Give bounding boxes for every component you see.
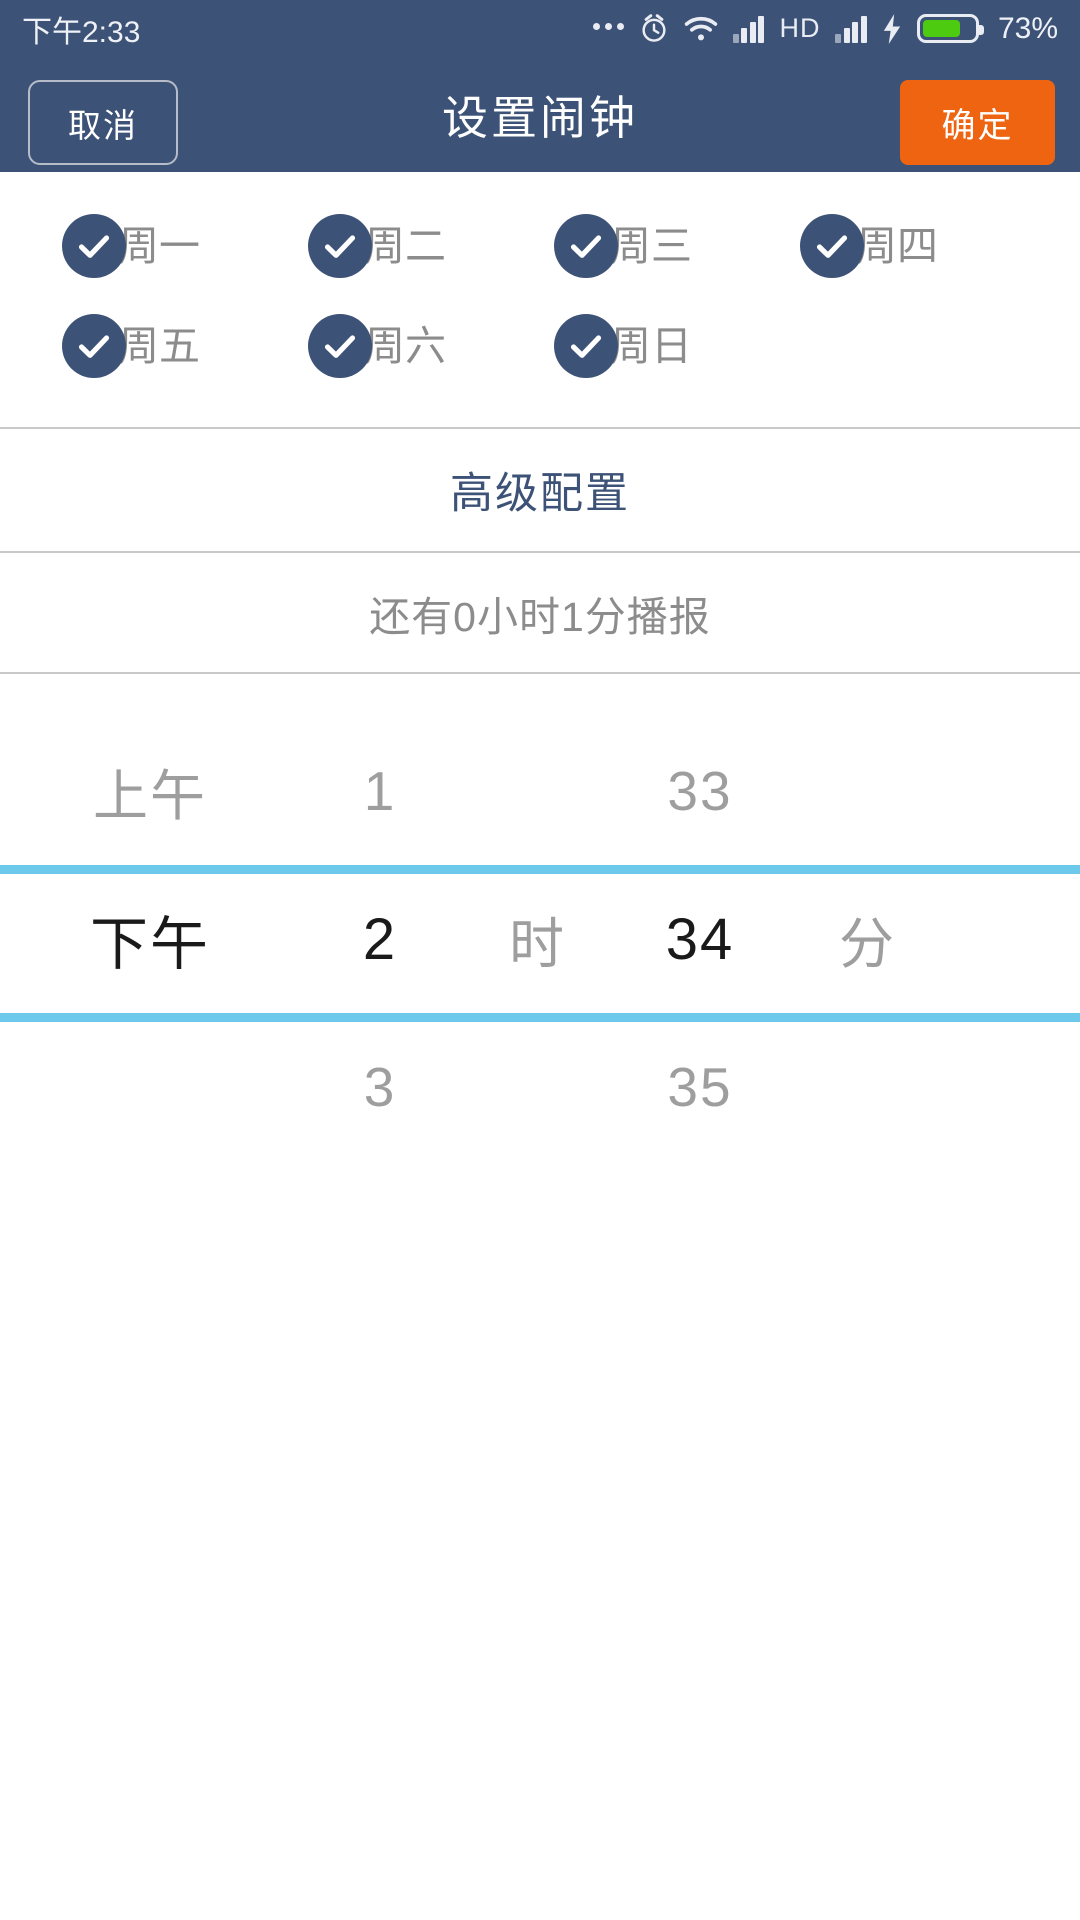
page-title: 设置闹钟 (442, 91, 638, 144)
countdown-label: 还有0小时1分播报 (369, 593, 711, 640)
signal-bars-2-icon (835, 15, 867, 43)
hd-icon: HD (779, 13, 821, 43)
ampm-value-previous[interactable]: 上午 (0, 751, 300, 831)
signal-bars-icon (732, 15, 765, 43)
check-circle-icon[interactable] (554, 214, 618, 278)
cancel-button[interactable]: 取消 (28, 80, 178, 165)
weekday-label: 周四 (856, 222, 938, 269)
check-circle-icon[interactable] (554, 314, 618, 378)
weekday-item-tuesday[interactable]: 周二 (308, 214, 554, 278)
check-circle-icon[interactable] (62, 214, 126, 278)
weekday-item-saturday[interactable]: 周六 (308, 314, 554, 378)
alarm-clock-icon (639, 13, 669, 45)
minute-unit-label: 分 (838, 913, 896, 975)
minute-value-previous[interactable]: 33 (615, 759, 785, 823)
advanced-config-row[interactable]: 高级配置 (0, 429, 1080, 551)
more-dots-icon (592, 23, 624, 34)
minute-value-selected[interactable]: 34 (615, 906, 785, 973)
hour-value-next[interactable]: 3 (300, 1055, 460, 1119)
hour-value-previous[interactable]: 1 (300, 759, 460, 823)
status-bar-time: 下午2:33 (22, 15, 141, 49)
weekday-item-friday[interactable]: 周五 (62, 314, 308, 378)
check-circle-icon[interactable] (62, 314, 126, 378)
weekday-label: 周一 (118, 222, 200, 269)
wifi-icon (684, 15, 718, 43)
weekday-label: 周日 (610, 322, 692, 369)
weekday-row-1: 周一 周二 周三 周四 (0, 196, 1080, 296)
weekday-row-2: 周五 周六 周日 (0, 296, 1080, 396)
time-picker-row-selected[interactable]: 下午 2 时 34 分 (0, 865, 1080, 1013)
check-circle-icon[interactable] (308, 214, 372, 278)
time-picker[interactable]: 上午 1 33 下午 2 时 34 分 3 35 (0, 674, 1080, 1144)
weekday-label: 周二 (364, 222, 446, 269)
countdown-row: 还有0小时1分播报 (0, 553, 1080, 672)
check-circle-icon[interactable] (308, 314, 372, 378)
time-picker-row-previous[interactable]: 上午 1 33 (0, 717, 1080, 865)
ampm-value-selected[interactable]: 下午 (0, 897, 300, 981)
confirm-button[interactable]: 确定 (900, 80, 1055, 165)
check-circle-icon[interactable] (800, 214, 864, 278)
minute-value-next[interactable]: 35 (615, 1055, 785, 1119)
advanced-config-label: 高级配置 (450, 470, 630, 518)
charging-bolt-icon (882, 13, 902, 44)
weekday-selector: 周一 周二 周三 周四 周五 周六 周日 (0, 172, 1080, 428)
weekday-label: 周五 (118, 322, 200, 369)
status-bar: 下午2:33 HD 73% (0, 0, 1080, 57)
time-picker-row-next[interactable]: 3 35 (0, 1013, 1080, 1144)
weekday-item-thursday[interactable]: 周四 (800, 214, 1046, 278)
weekday-label: 周三 (610, 222, 692, 269)
weekday-item-monday[interactable]: 周一 (62, 214, 308, 278)
header-bar: 取消 设置闹钟 确定 (0, 57, 1080, 172)
battery-percent-label: 73% (997, 11, 1058, 45)
weekday-label: 周六 (364, 322, 446, 369)
weekday-item-wednesday[interactable]: 周三 (554, 214, 800, 278)
hour-unit-label: 时 (508, 913, 566, 975)
status-bar-icons: HD 73% (592, 11, 1058, 46)
hour-value-selected[interactable]: 2 (300, 906, 460, 973)
battery-icon (916, 14, 984, 43)
weekday-item-sunday[interactable]: 周日 (554, 314, 800, 378)
